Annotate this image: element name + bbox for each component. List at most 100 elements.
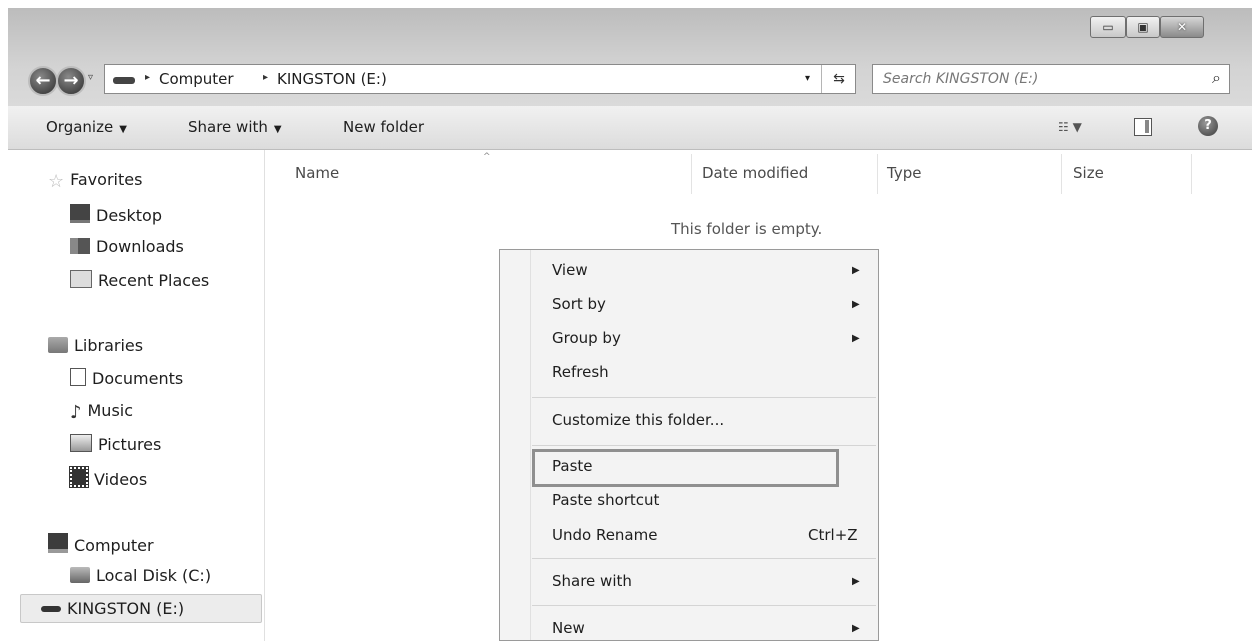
maximize-button[interactable]: ▣ [1126,16,1160,38]
nav-computer[interactable]: Computer [48,533,154,555]
nav-label: KINGSTON (E:) [67,599,185,618]
sort-ascending-icon: ^ [483,152,491,162]
breadcrumb-separator-icon[interactable]: ▸ [145,72,150,83]
submenu-arrow-icon: ▶ [852,576,860,587]
address-bar[interactable]: ▸ Computer ▸ KINGSTON (E:) ▾ ⇆ [104,64,856,94]
breadcrumb-computer[interactable]: Computer [159,70,234,88]
menu-item-customize-folder[interactable]: Customize this folder... [552,411,724,429]
chevron-down-icon: ▼ [273,124,282,135]
nav-favorites[interactable]: ☆ Favorites [48,170,143,192]
nav-label: Desktop [96,206,162,225]
nav-recent-places[interactable]: Recent Places [70,270,209,290]
nav-local-disk[interactable]: Local Disk (C:) [70,566,211,585]
menu-item-undo-rename[interactable]: Undo Rename [552,526,657,544]
nav-music[interactable]: ♪ Music [70,401,134,423]
videos-icon [69,466,89,488]
drive-icon [113,77,135,84]
nav-label: Pictures [98,435,162,454]
command-bar: Organize ▼ Share with ▼ New folder ☷ ▼ ? [8,106,1252,150]
pictures-icon [70,434,92,452]
menu-item-new[interactable]: New [552,619,585,637]
forward-button[interactable]: → [56,66,86,96]
submenu-arrow-icon: ▶ [852,623,860,634]
menu-item-group-by[interactable]: Group by [552,329,621,347]
libraries-icon [48,337,68,353]
organize-button[interactable]: Organize ▼ [46,118,127,136]
preview-pane-icon[interactable] [1134,118,1152,136]
minimize-button[interactable]: ▭ [1090,16,1126,38]
chevron-down-icon: ▼ [119,124,127,135]
close-icon: ✕ [1176,20,1188,34]
column-divider[interactable] [1191,154,1192,194]
navigation-pane: ☆ Favorites Desktop Downloads Recent Plac… [8,150,265,641]
submenu-arrow-icon: ▶ [852,299,860,310]
column-divider[interactable] [877,154,878,194]
column-divider[interactable] [691,154,692,194]
nav-libraries[interactable]: Libraries [48,336,143,355]
usb-drive-icon [41,606,61,612]
menu-separator [532,605,876,606]
help-icon[interactable]: ? [1198,116,1218,136]
column-divider[interactable] [1061,154,1062,194]
menu-item-view[interactable]: View [552,261,588,279]
submenu-arrow-icon: ▶ [852,265,860,276]
local-disk-icon [70,567,90,583]
submenu-arrow-icon: ▶ [852,333,860,344]
star-icon: ☆ [48,171,65,192]
menu-item-paste-shortcut[interactable]: Paste shortcut [552,491,659,509]
undo-hotkey: Ctrl+Z [808,526,858,544]
column-date-modified[interactable]: Date modified [702,164,808,182]
nav-label: Computer [74,536,154,555]
nav-videos[interactable]: Videos [69,466,148,489]
address-dropdown-icon[interactable]: ▾ [805,73,810,84]
menu-item-share-with[interactable]: Share with [552,572,632,590]
search-icon[interactable]: ⌕ [1212,68,1221,88]
context-menu: View ▶ Sort by ▶ Group by ▶ Refresh Cust… [499,249,879,641]
maximize-icon: ▣ [1137,20,1149,34]
desktop-icon [70,204,90,223]
nav-pictures[interactable]: Pictures [70,434,161,454]
forward-arrow-icon: → [63,70,79,91]
nav-desktop[interactable]: Desktop [70,204,162,225]
title-bar: ▭ ▣ ✕ ← → ▿ ▸ Computer ▸ KINGSTON (E:) ▾… [8,8,1252,106]
menu-item-paste[interactable]: Paste [552,457,593,475]
close-button[interactable]: ✕ [1160,16,1204,38]
column-type[interactable]: Type [887,164,921,182]
search-input[interactable]: Search KINGSTON (E:) [883,71,1038,87]
nav-label: Recent Places [98,271,210,290]
menu-item-refresh[interactable]: Refresh [552,363,609,381]
recent-pages-icon[interactable]: ▿ [88,72,93,83]
nav-documents[interactable]: Documents [70,368,183,388]
downloads-icon [70,238,90,254]
column-name[interactable]: Name [295,164,339,182]
minimize-icon: ▭ [1102,20,1114,34]
documents-icon [70,368,86,386]
nav-label: Local Disk (C:) [96,566,212,585]
empty-folder-message: This folder is empty. [671,220,823,238]
search-box[interactable]: Search KINGSTON (E:) ⌕ [872,64,1230,94]
menu-separator [532,397,876,398]
refresh-icon[interactable]: ⇆ [821,65,856,93]
nav-label: Downloads [96,237,184,256]
nav-label: Videos [94,470,148,489]
recent-places-icon [70,270,92,288]
nav-downloads[interactable]: Downloads [70,237,184,256]
menu-item-sort-by[interactable]: Sort by [552,295,606,313]
new-folder-button[interactable]: New folder [343,118,424,136]
breadcrumb-kingston[interactable]: KINGSTON (E:) [277,70,387,88]
column-size[interactable]: Size [1073,164,1104,182]
menu-gutter [530,250,531,640]
share-with-button[interactable]: Share with ▼ [188,118,282,136]
change-view-icon[interactable]: ☷ ▼ [1058,120,1082,134]
share-with-label: Share with [188,118,268,136]
nav-label: Favorites [70,170,143,189]
nav-label: Music [87,401,134,420]
back-button[interactable]: ← [28,66,58,96]
breadcrumb-separator-icon[interactable]: ▸ [263,72,268,83]
back-arrow-icon: ← [35,70,51,91]
computer-icon [48,533,68,553]
menu-separator [532,558,876,559]
nav-kingston[interactable]: KINGSTON (E:) [20,594,262,623]
menu-separator [532,445,876,446]
music-icon: ♪ [70,402,82,423]
